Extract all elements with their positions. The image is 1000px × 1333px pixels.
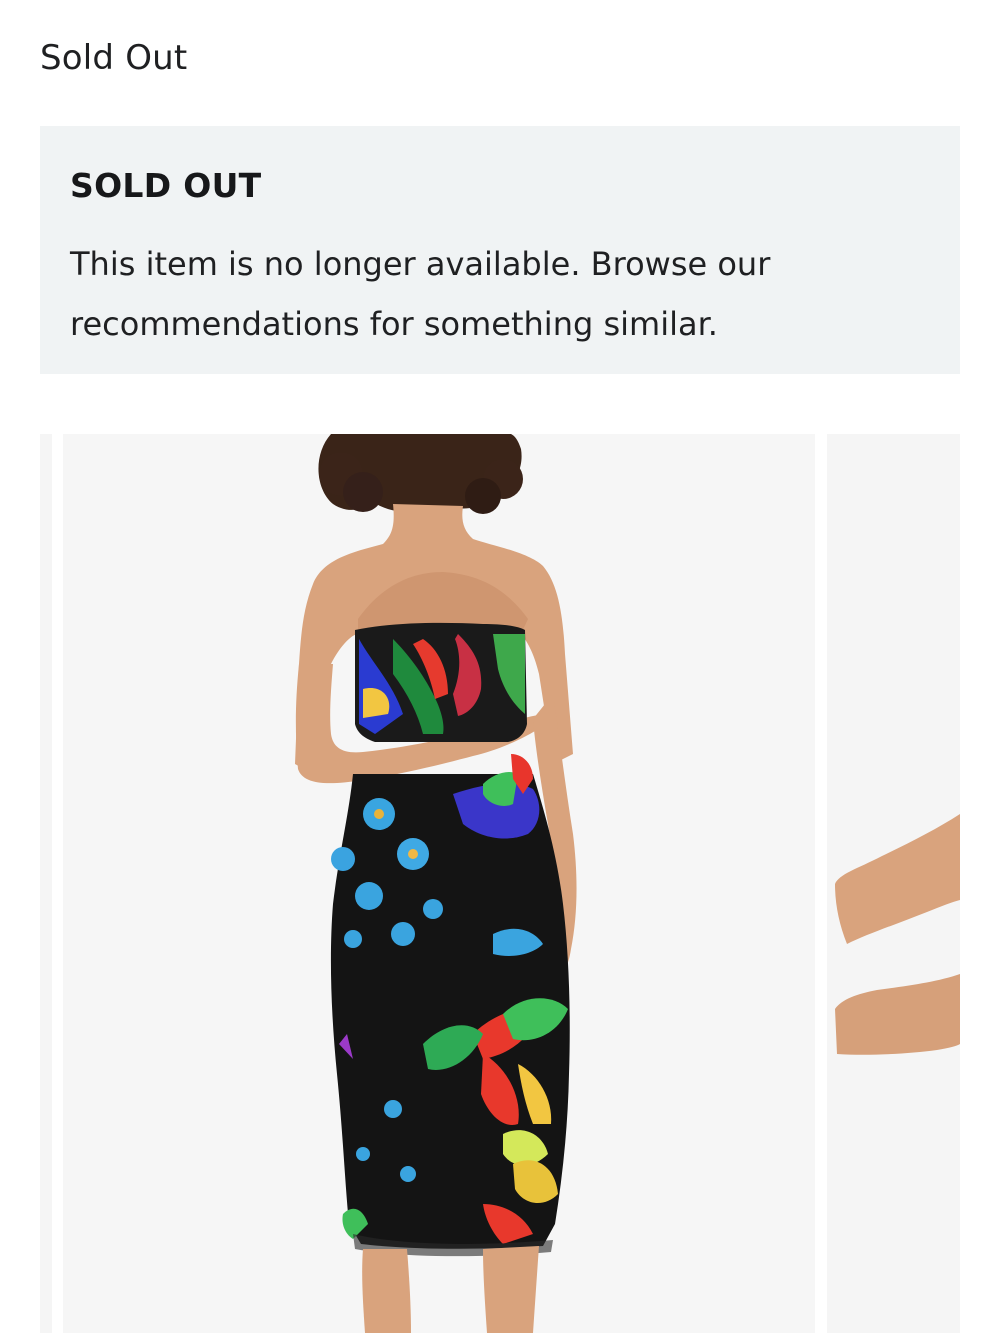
dress-model-illustration [295,434,577,1333]
image-carousel[interactable] [0,434,1000,1333]
notice-message: This item is no longer available. Browse… [70,245,771,343]
availability-status: Sold Out [40,38,188,78]
product-image-main[interactable] [63,434,815,1333]
product-page: Sold Out SOLD OUT This item is no longer… [0,0,1000,1333]
next-image-arm-illustration [835,814,960,1055]
next-image-slide[interactable] [827,434,960,1333]
sold-out-notice: SOLD OUT This item is no longer availabl… [40,126,960,374]
previous-image-slide[interactable] [40,434,52,1333]
notice-title: SOLD OUT [70,166,262,205]
